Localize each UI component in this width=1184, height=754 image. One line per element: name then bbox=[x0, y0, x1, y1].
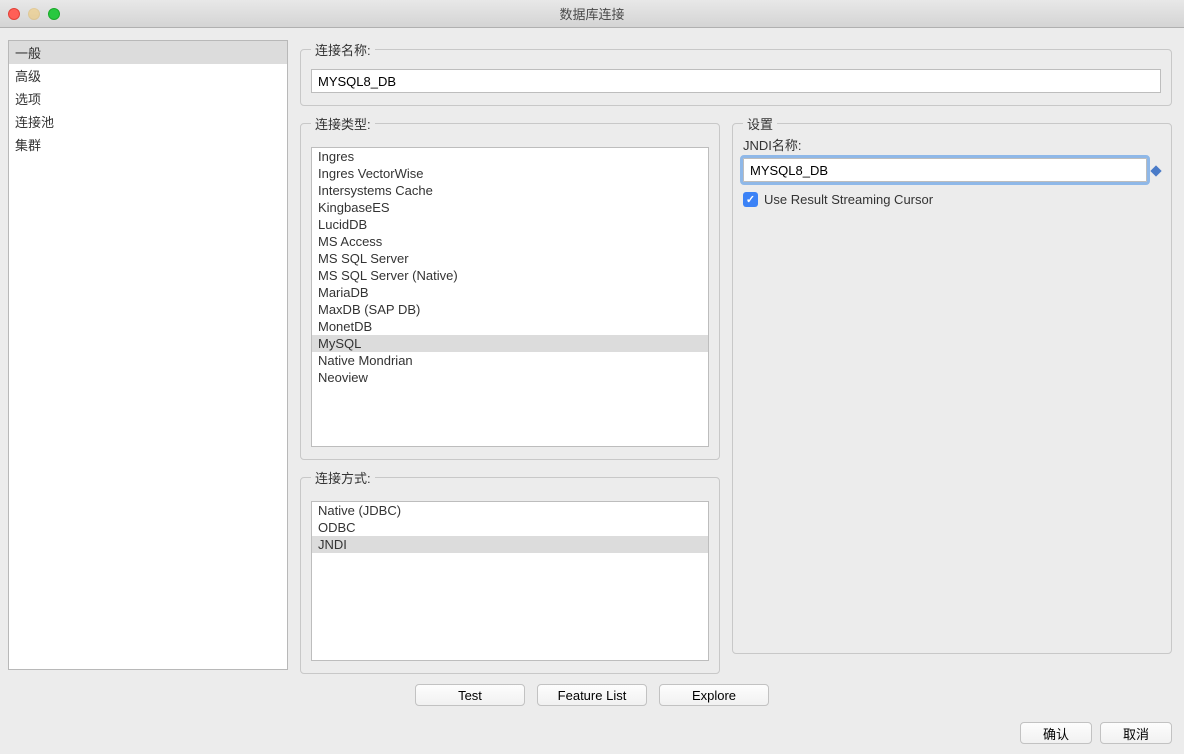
explore-button[interactable]: Explore bbox=[659, 684, 769, 706]
settings-legend: 设置 bbox=[743, 114, 777, 133]
connection-name-legend: 连接名称: bbox=[311, 40, 375, 59]
variable-icon[interactable] bbox=[1151, 166, 1161, 176]
sidebar-item[interactable]: 连接池 bbox=[9, 110, 287, 133]
connection-method-group: 连接方式: Native (JDBC)ODBCJNDI bbox=[300, 468, 720, 674]
test-button[interactable]: Test bbox=[415, 684, 525, 706]
connection-type-group: 连接类型: IngresIngres VectorWiseIntersystem… bbox=[300, 114, 720, 460]
connection-type-list[interactable]: IngresIngres VectorWiseIntersystems Cach… bbox=[311, 147, 709, 447]
sidebar-item[interactable]: 选项 bbox=[9, 87, 287, 110]
connection-method-legend: 连接方式: bbox=[311, 468, 375, 487]
list-item[interactable]: ODBC bbox=[312, 519, 708, 536]
list-item[interactable]: LucidDB bbox=[312, 216, 708, 233]
close-icon[interactable] bbox=[8, 8, 20, 20]
ok-button[interactable]: 确认 bbox=[1020, 722, 1092, 744]
list-item[interactable]: Native (JDBC) bbox=[312, 502, 708, 519]
list-item[interactable]: JNDI bbox=[312, 536, 708, 553]
streaming-cursor-checkbox[interactable]: ✓ bbox=[743, 192, 758, 207]
list-item[interactable]: Intersystems Cache bbox=[312, 182, 708, 199]
streaming-cursor-label: Use Result Streaming Cursor bbox=[764, 192, 933, 207]
window-title: 数据库连接 bbox=[559, 4, 624, 23]
sidebar-item[interactable]: 一般 bbox=[9, 41, 287, 64]
action-button-row: Test Feature List Explore bbox=[0, 678, 1184, 716]
settings-group: 设置 JNDI名称: ✓ Use Result Streaming Cursor bbox=[732, 114, 1172, 654]
zoom-icon[interactable] bbox=[48, 8, 60, 20]
category-sidebar: 一般高级选项连接池集群 bbox=[8, 40, 288, 670]
titlebar: 数据库连接 bbox=[0, 0, 1184, 28]
list-item[interactable]: MySQL bbox=[312, 335, 708, 352]
jndi-name-input[interactable] bbox=[743, 158, 1147, 182]
list-item[interactable]: Ingres bbox=[312, 148, 708, 165]
window-controls bbox=[8, 8, 60, 20]
connection-method-list[interactable]: Native (JDBC)ODBCJNDI bbox=[311, 501, 709, 661]
jndi-name-label: JNDI名称: bbox=[743, 135, 1161, 154]
main-panel: 连接名称: 连接类型: IngresIngres VectorWiseInter… bbox=[300, 40, 1172, 670]
list-item[interactable]: MonetDB bbox=[312, 318, 708, 335]
dialog-footer: 确认 取消 bbox=[0, 716, 1184, 754]
sidebar-item[interactable]: 高级 bbox=[9, 64, 287, 87]
cancel-button[interactable]: 取消 bbox=[1100, 722, 1172, 744]
connection-name-input[interactable] bbox=[311, 69, 1161, 93]
list-item[interactable]: MS SQL Server (Native) bbox=[312, 267, 708, 284]
list-item[interactable]: Neoview bbox=[312, 369, 708, 386]
feature-list-button[interactable]: Feature List bbox=[537, 684, 647, 706]
list-item[interactable]: MaxDB (SAP DB) bbox=[312, 301, 708, 318]
list-item[interactable]: Native Mondrian bbox=[312, 352, 708, 369]
connection-name-group: 连接名称: bbox=[300, 40, 1172, 106]
connection-type-legend: 连接类型: bbox=[311, 114, 375, 133]
list-item[interactable]: MS SQL Server bbox=[312, 250, 708, 267]
list-item[interactable]: MS Access bbox=[312, 233, 708, 250]
list-item[interactable]: MariaDB bbox=[312, 284, 708, 301]
content-area: 一般高级选项连接池集群 连接名称: 连接类型: IngresIngres Vec… bbox=[0, 28, 1184, 678]
sidebar-item[interactable]: 集群 bbox=[9, 133, 287, 156]
list-item[interactable]: Ingres VectorWise bbox=[312, 165, 708, 182]
list-item[interactable]: KingbaseES bbox=[312, 199, 708, 216]
minimize-icon[interactable] bbox=[28, 8, 40, 20]
